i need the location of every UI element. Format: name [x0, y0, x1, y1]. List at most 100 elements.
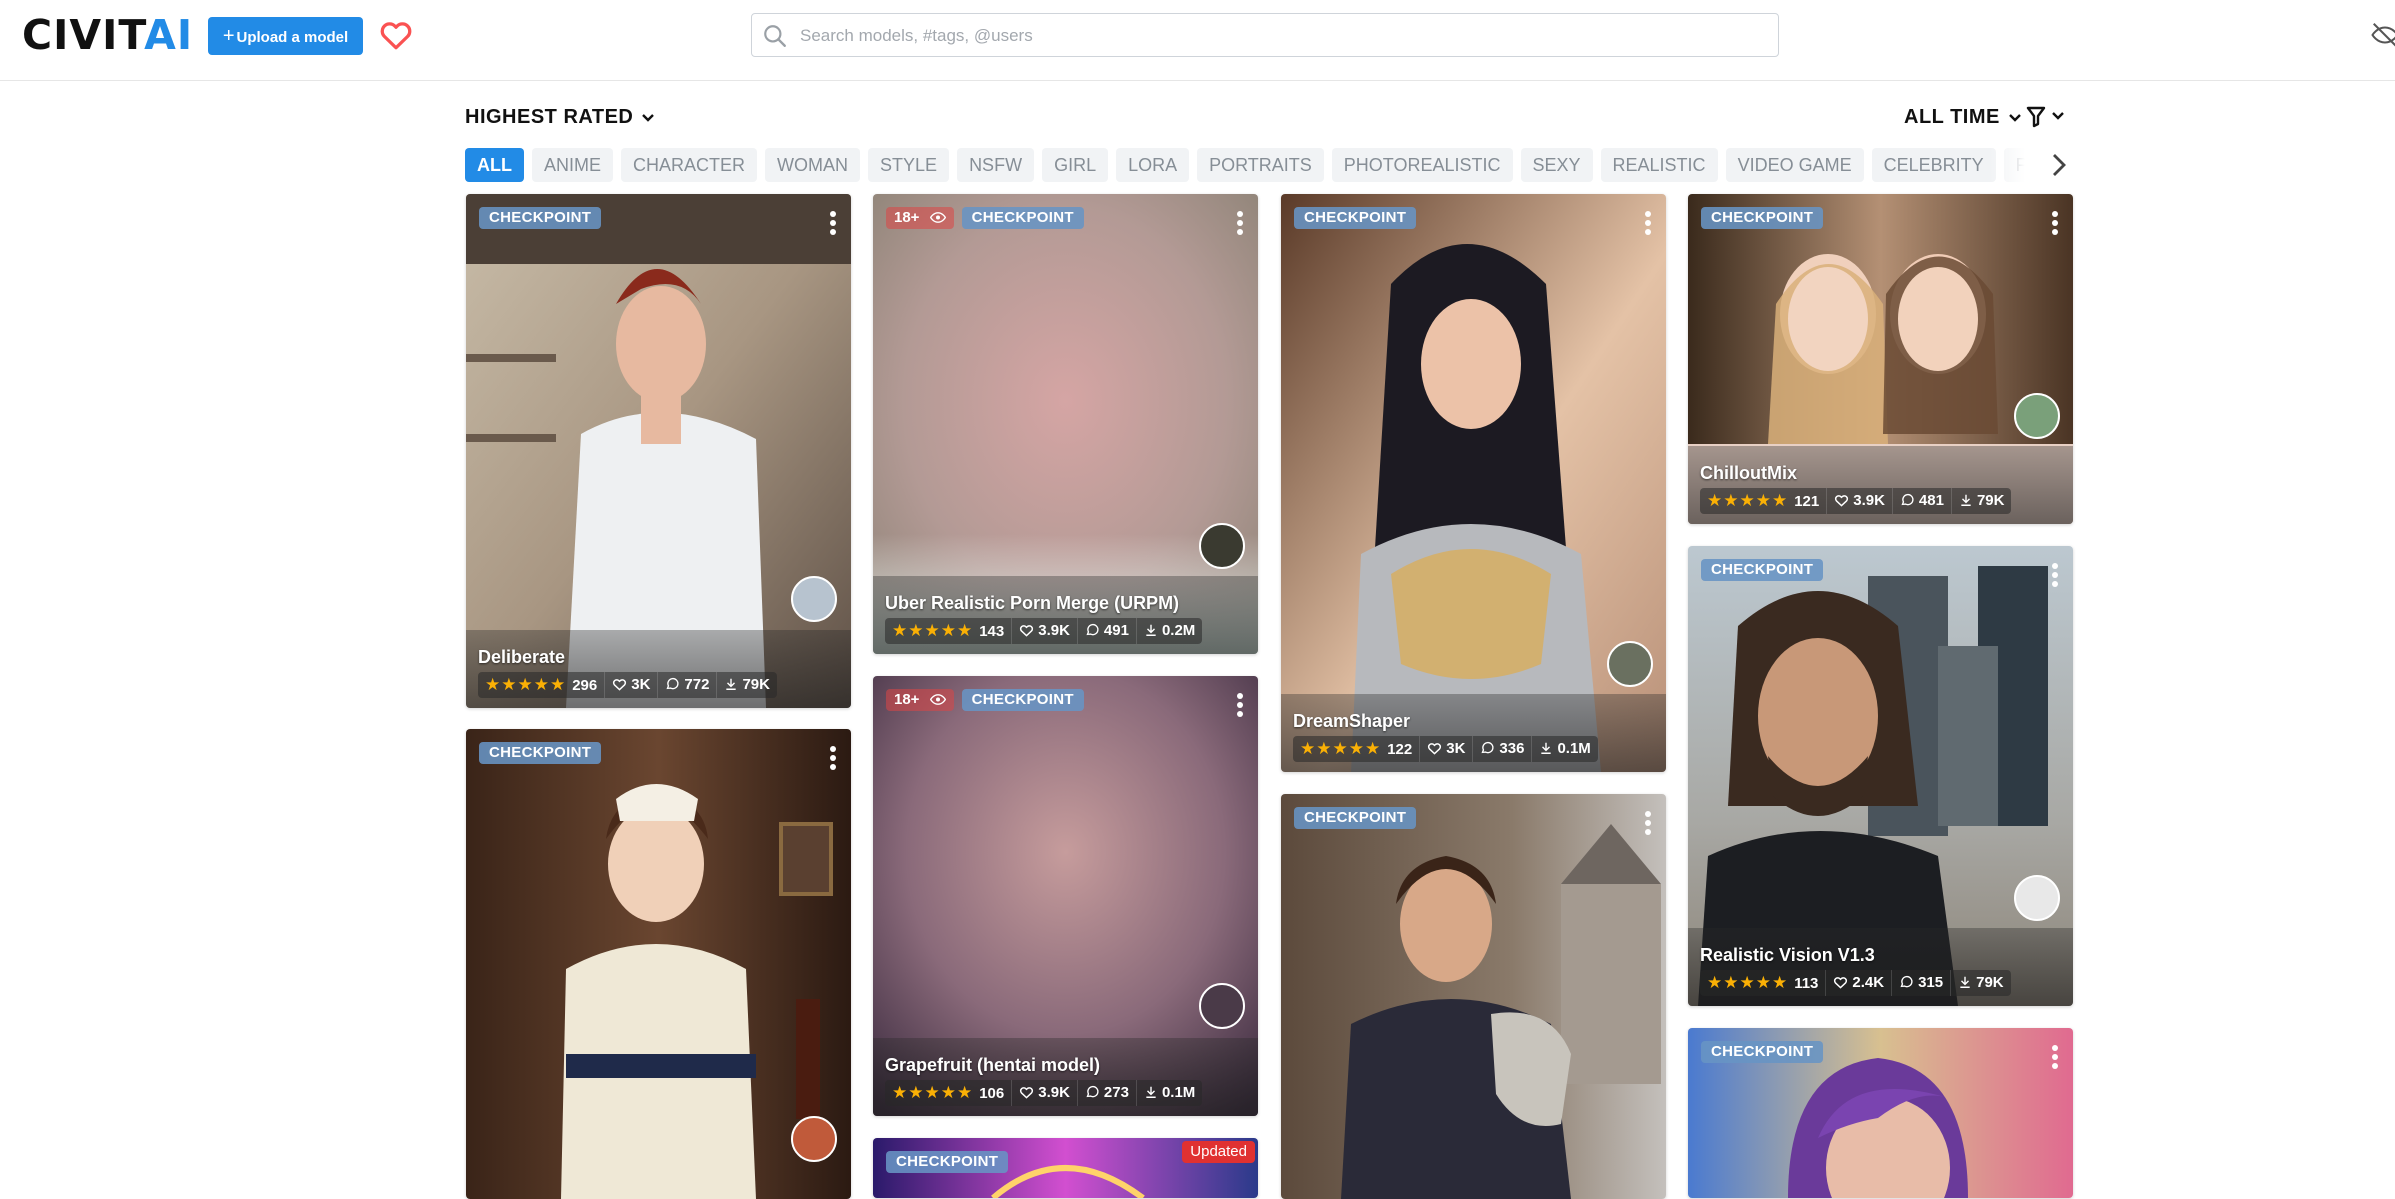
search-input[interactable]	[798, 14, 1762, 58]
nsfw-badge[interactable]: 18+	[886, 689, 954, 711]
tag-style[interactable]: STYLE	[868, 148, 950, 182]
star-rating-icon: ★★★★★	[892, 621, 974, 640]
comment-icon	[1086, 623, 1099, 636]
comment-icon	[1900, 975, 1913, 988]
heart-icon	[1020, 1087, 1034, 1099]
eye-off-icon[interactable]	[2370, 20, 2395, 50]
download-icon	[1541, 742, 1552, 754]
more-options-icon[interactable]	[2051, 562, 2059, 588]
comments-stat: 772	[657, 672, 717, 698]
model-type-badge: CHECKPOINT	[961, 689, 1084, 711]
more-options-icon[interactable]	[1644, 810, 1652, 836]
model-name: Realistic Vision V1.3	[1700, 945, 1875, 965]
search-icon	[764, 25, 786, 47]
likes-stat: 2.4K	[1825, 970, 1892, 996]
likes-stat: 3.9K	[1011, 618, 1077, 644]
more-options-icon[interactable]	[2051, 210, 2059, 236]
more-options-icon[interactable]	[829, 745, 837, 771]
comments-stat: 336	[1472, 736, 1532, 762]
comments-stat: 491	[1076, 618, 1136, 644]
model-card-realistic-vision[interactable]: CHECKPOINT Realistic Vision V1.3 ★★★★★ 11…	[1688, 546, 2073, 1006]
civitai-logo[interactable]: CIVITAI	[22, 15, 193, 56]
eye-icon	[929, 694, 946, 705]
rating-stat: ★★★★★ 113	[1700, 970, 1826, 996]
more-options-icon[interactable]	[1236, 210, 1244, 236]
upload-model-button[interactable]: + Upload a model	[208, 17, 363, 55]
more-options-icon[interactable]	[829, 210, 837, 236]
tag-realistic[interactable]: REALISTIC	[1600, 148, 1718, 182]
card-footer: ChilloutMix ★★★★★ 121 3.9K 481 79K	[1688, 446, 2073, 524]
model-card-grapefruit[interactable]: 18+ CHECKPOINT Grapefruit (hentai model)…	[873, 676, 1258, 1116]
tag-character[interactable]: CHARACTER	[621, 148, 758, 182]
tag-filter-bar: ALL ANIME CHARACTER WOMAN STYLE NSFW GIRL LORA P…	[465, 148, 2037, 182]
model-card-dreamshaper[interactable]: CHECKPOINT DreamShaper ★★★★★ 122 3K 336 0.1M	[1281, 194, 1666, 772]
download-icon	[726, 678, 737, 690]
likes-stat: 3.9K	[1011, 1080, 1077, 1106]
download-icon	[1146, 1086, 1156, 1098]
tag-anime[interactable]: ANIME	[532, 148, 614, 182]
tag-photorealistic[interactable]: PHOTOREALISTIC	[1331, 148, 1513, 182]
model-card-deliberate[interactable]: CHECKPOINT Deliberate ★★★★★ 296 3K 772 79K	[466, 194, 851, 708]
download-icon	[1960, 976, 1970, 988]
model-card-chilloutmix[interactable]: CHECKPOINT ChilloutMix ★★★★★ 121 3.9K 481 79…	[1688, 194, 2073, 524]
tag-all[interactable]: ALL	[465, 148, 524, 182]
card-footer: Grapefruit (hentai model) ★★★★★ 106 3.9K 27…	[873, 1038, 1258, 1116]
rating-stat: ★★★★★ 121	[1700, 488, 1827, 514]
model-card-knight[interactable]: CHECKPOINT	[1281, 794, 1666, 1199]
model-stats: ★★★★★ 296 3K 772 79K	[478, 672, 777, 698]
tag-lora[interactable]: LORA	[1116, 148, 1190, 182]
card-footer: Deliberate ★★★★★ 296 3K 772 79K	[466, 630, 851, 708]
model-preview-image	[466, 729, 851, 1199]
more-options-icon[interactable]	[1236, 692, 1244, 718]
tag-celebrity[interactable]: CELEBRITY	[1871, 148, 1996, 182]
star-rating-icon: ★★★★★	[1707, 491, 1789, 510]
tag-woman[interactable]: WOMAN	[765, 148, 861, 182]
downloads-stat: 79K	[1950, 488, 2012, 514]
heart-icon[interactable]	[378, 17, 414, 53]
downloads-stat: 0.2M	[1135, 618, 1203, 644]
comments-stat: 273	[1076, 1080, 1136, 1106]
tag-nsfw[interactable]: NSFW	[957, 148, 1035, 182]
model-type-badge: CHECKPOINT	[1701, 1041, 1824, 1063]
downloads-stat: 79K	[1950, 970, 2011, 996]
rating-stat: ★★★★★ 122	[1293, 736, 1420, 762]
more-options-icon[interactable]	[1644, 210, 1652, 236]
downloads-stat: 0.1M	[1531, 736, 1598, 762]
chevron-right-icon[interactable]	[2047, 151, 2069, 179]
sort-dropdown[interactable]: HIGHEST RATED	[465, 106, 655, 129]
likes-stat: 3K	[604, 672, 658, 698]
tag-girl[interactable]: GIRL	[1042, 148, 1109, 182]
tag-portraits[interactable]: PORTRAITS	[1197, 148, 1324, 182]
likes-stat: 3.9K	[1826, 488, 1892, 514]
comment-icon	[1901, 493, 1914, 506]
model-card-nurse[interactable]: CHECKPOINT	[466, 729, 851, 1199]
model-stats: ★★★★★ 106 3.9K 273 0.1M	[885, 1080, 1203, 1106]
model-stats: ★★★★★ 113 2.4K 315 79K	[1700, 970, 2011, 996]
search-bar[interactable]	[751, 13, 1779, 58]
likes-stat: 3K	[1419, 736, 1473, 762]
card-footer: DreamShaper ★★★★★ 122 3K 336 0.1M	[1281, 694, 1666, 772]
nsfw-badge[interactable]: 18+	[886, 207, 954, 229]
model-type-badge: CHECKPOINT	[961, 207, 1084, 229]
rating-stat: ★★★★★ 106	[885, 1080, 1012, 1106]
model-type-badge: CHECKPOINT	[886, 1151, 1009, 1173]
star-rating-icon: ★★★★★	[1300, 739, 1382, 758]
rating-stat: ★★★★★ 296	[478, 672, 605, 698]
comments-stat: 315	[1891, 970, 1951, 996]
model-stats: ★★★★★ 122 3K 336 0.1M	[1293, 736, 1598, 762]
period-value: ALL TIME	[1904, 106, 2000, 128]
period-dropdown[interactable]: ALL TIME	[1904, 106, 2022, 129]
rating-stat: ★★★★★ 143	[885, 618, 1012, 644]
chevron-down-icon	[2009, 113, 2021, 122]
filter-icon[interactable]	[2025, 105, 2069, 129]
card-footer: Realistic Vision V1.3 ★★★★★ 113 2.4K 315 79K	[1688, 928, 2073, 1006]
model-card-urpm[interactable]: 18+ CHECKPOINT Uber Realistic Porn Merge…	[873, 194, 1258, 654]
heart-icon	[1020, 625, 1034, 637]
tag-video-game[interactable]: VIDEO GAME	[1725, 148, 1864, 182]
download-icon	[1961, 494, 1971, 506]
model-card-colorful[interactable]: CHECKPOINT Updated	[873, 1138, 1258, 1198]
more-options-icon[interactable]	[2051, 1044, 2059, 1070]
model-card-purple-hair[interactable]: CHECKPOINT	[1688, 1028, 2073, 1198]
tag-sexy[interactable]: SEXY	[1520, 148, 1593, 182]
model-stats: ★★★★★ 121 3.9K 481 79K	[1700, 488, 2012, 514]
